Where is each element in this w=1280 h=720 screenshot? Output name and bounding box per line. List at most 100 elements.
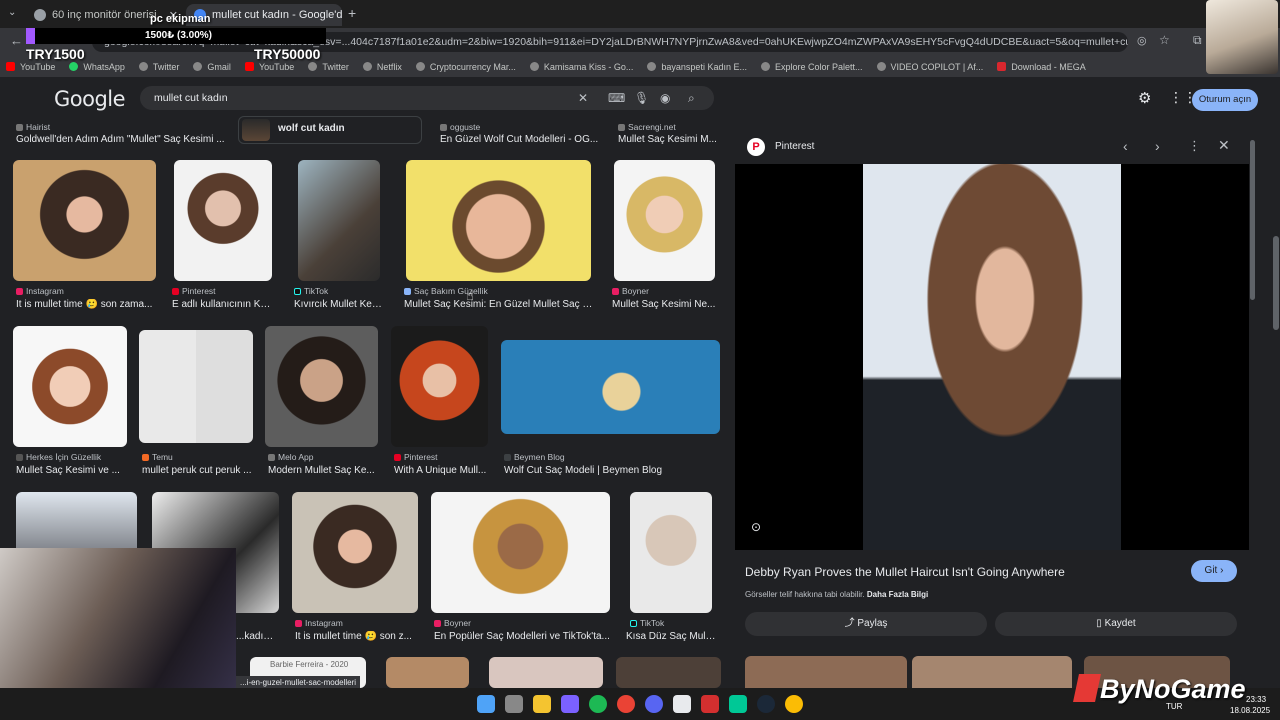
signin-button[interactable]: Oturum açın bbox=[1192, 89, 1258, 111]
result-image[interactable] bbox=[630, 492, 712, 613]
close-panel-icon[interactable]: ✕ bbox=[1218, 137, 1230, 154]
result-image[interactable] bbox=[614, 160, 715, 281]
preview-image[interactable] bbox=[863, 164, 1121, 550]
google-logo[interactable]: Google bbox=[54, 87, 126, 111]
result-image[interactable] bbox=[265, 326, 378, 447]
bookmark-youtube[interactable]: YouTube bbox=[6, 62, 55, 72]
result-title[interactable]: Mullet Saç Kesimi: En Güzel Mullet Saç M… bbox=[404, 299, 594, 310]
red-app-icon[interactable] bbox=[701, 695, 719, 713]
file-explorer-icon[interactable] bbox=[533, 695, 551, 713]
result-image[interactable] bbox=[13, 160, 156, 281]
result-image[interactable] bbox=[391, 326, 488, 447]
bookmark-whatsapp[interactable]: WhatsApp bbox=[69, 62, 125, 72]
clear-icon[interactable]: ✕ bbox=[578, 86, 588, 110]
result-source: Boyner bbox=[612, 286, 649, 296]
share-button[interactable]: ⤴ Paylaş bbox=[745, 612, 987, 636]
result-image[interactable] bbox=[406, 160, 591, 281]
result-image[interactable] bbox=[298, 160, 380, 281]
task-view-icon[interactable] bbox=[505, 695, 523, 713]
spotify-icon[interactable] bbox=[589, 695, 607, 713]
result-image[interactable] bbox=[292, 492, 418, 613]
copilot-icon[interactable] bbox=[561, 695, 579, 713]
language-indicator[interactable]: TUR bbox=[1166, 702, 1182, 711]
bookmark-color-palette[interactable]: Explore Color Palett... bbox=[760, 62, 863, 72]
chrome-2-icon[interactable] bbox=[785, 695, 803, 713]
chrome-icon[interactable] bbox=[617, 695, 635, 713]
save-button[interactable]: ▯ Kaydet bbox=[995, 612, 1237, 636]
result-title[interactable]: Kısa Düz Saç Mull... bbox=[626, 631, 716, 642]
result-title[interactable]: It is mullet time 🥲 son z... bbox=[295, 631, 421, 642]
result-title[interactable]: ...kadın |... bbox=[236, 631, 276, 642]
result-title[interactable]: Mullet Saç Kesimi Ne... bbox=[612, 299, 716, 310]
discord-icon[interactable] bbox=[645, 695, 663, 713]
more-info-link[interactable]: Daha Fazla Bilgi bbox=[867, 590, 928, 599]
bookmark-twitter[interactable]: Twitter bbox=[138, 62, 179, 72]
tab-list-chevron-icon[interactable]: ⌄ bbox=[8, 7, 16, 18]
extensions-icon[interactable]: ⧉ bbox=[1193, 33, 1202, 48]
back-icon[interactable]: ← bbox=[10, 33, 23, 48]
result-title[interactable]: Goldwell'den Adım Adım "Mullet" Saç Kesi… bbox=[16, 134, 226, 145]
keyboard-icon[interactable]: ⌨ bbox=[608, 86, 625, 110]
pinterest-icon: P bbox=[747, 138, 765, 156]
result-title[interactable]: Wolf Cut Saç Modeli | Beymen Blog bbox=[504, 465, 718, 476]
copyright-notice: Görseller telif hakkına tabi olabilir. D… bbox=[745, 590, 929, 599]
related-search-label: wolf cut kadın bbox=[278, 123, 345, 134]
related-image[interactable] bbox=[912, 656, 1072, 688]
youtube-icon bbox=[6, 62, 15, 71]
lens-icon[interactable]: ◉ bbox=[660, 86, 670, 110]
panel-title[interactable]: Debby Ryan Proves the Mullet Haircut Isn… bbox=[745, 565, 1065, 579]
result-title[interactable]: Modern Mullet Saç Ke... bbox=[268, 465, 378, 476]
tab-label: mullet cut kadın - Google'da A bbox=[212, 9, 342, 21]
panel-scrollbar[interactable] bbox=[1250, 140, 1255, 300]
result-title[interactable]: En Popüler Saç Modelleri ve TikTok'ta... bbox=[434, 631, 610, 642]
result-title[interactable]: With A Unique Mull... bbox=[394, 465, 490, 476]
eye-off-icon[interactable]: ◎ bbox=[1137, 34, 1147, 47]
result-title[interactable]: E adlı kullanıcının Kri... bbox=[172, 299, 272, 310]
related-image[interactable] bbox=[745, 656, 907, 688]
bookmark-youtube-2[interactable]: YouTube bbox=[244, 62, 294, 72]
site-icon bbox=[440, 123, 447, 131]
settings-gear-icon[interactable]: ⚙ bbox=[1138, 89, 1151, 107]
bookmark-gmail[interactable]: Gmail bbox=[193, 62, 231, 72]
result-image[interactable] bbox=[489, 657, 603, 688]
result-title[interactable]: It is mullet time 🥲 son zama... bbox=[16, 299, 156, 310]
search-icon[interactable]: ⌕ bbox=[688, 86, 695, 110]
start-icon[interactable] bbox=[477, 695, 495, 713]
bookmark-bayanspeti[interactable]: bayanspeti Kadın E... bbox=[647, 62, 747, 72]
bookmark-star-icon[interactable]: ☆ bbox=[1159, 33, 1170, 47]
prev-arrow-icon[interactable]: ‹ bbox=[1123, 138, 1128, 154]
panel-source[interactable]: Pinterest bbox=[775, 141, 814, 152]
bookmark-twitter-2[interactable]: Twitter bbox=[308, 62, 349, 72]
result-image[interactable] bbox=[174, 160, 272, 281]
result-image[interactable] bbox=[616, 657, 721, 688]
result-title[interactable]: Mullet Saç Kesimi M... bbox=[618, 134, 718, 145]
result-title[interactable]: En Güzel Wolf Cut Modelleri - OG... bbox=[440, 134, 600, 145]
notepad-icon[interactable] bbox=[673, 695, 691, 713]
site-icon bbox=[404, 287, 411, 295]
result-image[interactable] bbox=[501, 340, 720, 434]
bookmark-mega[interactable]: Download - MEGA bbox=[997, 62, 1086, 72]
more-options-icon[interactable]: ⋮ bbox=[1188, 138, 1201, 154]
lens-search-icon[interactable]: ⊙ bbox=[751, 520, 761, 534]
result-image[interactable] bbox=[13, 326, 127, 447]
search-input[interactable]: mullet cut kadın ✕ ⌨ 🎙 ◉ ⌕ bbox=[140, 86, 714, 110]
page-scrollbar[interactable] bbox=[1273, 236, 1279, 330]
clock-time: 23:33 bbox=[1246, 695, 1267, 704]
microphone-icon[interactable]: 🎙 bbox=[634, 86, 649, 110]
bookmark-crypto[interactable]: Cryptocurrency Mar... bbox=[415, 62, 516, 72]
bookmark-netflix[interactable]: Netflix bbox=[362, 62, 402, 72]
bookmark-kamisama[interactable]: Kamisama Kiss - Go... bbox=[529, 62, 633, 72]
result-image[interactable] bbox=[139, 330, 253, 443]
result-image[interactable] bbox=[386, 657, 469, 688]
result-image[interactable] bbox=[431, 492, 610, 613]
result-title[interactable]: mullet peruk cut peruk ... bbox=[142, 465, 252, 476]
visit-button[interactable]: Git › bbox=[1191, 560, 1237, 582]
bookmark-video-copilot[interactable]: VIDEO COPILOT | Af... bbox=[876, 62, 983, 72]
result-title[interactable]: Kıvırcık Mullet Kes... bbox=[294, 299, 384, 310]
green-app-icon[interactable] bbox=[729, 695, 747, 713]
steam-icon[interactable] bbox=[757, 695, 775, 713]
next-arrow-icon[interactable]: › bbox=[1155, 138, 1160, 154]
result-title[interactable]: Mullet Saç Kesimi ve ... bbox=[16, 465, 128, 476]
new-tab-button[interactable]: + bbox=[348, 5, 356, 21]
site-icon bbox=[268, 453, 275, 461]
